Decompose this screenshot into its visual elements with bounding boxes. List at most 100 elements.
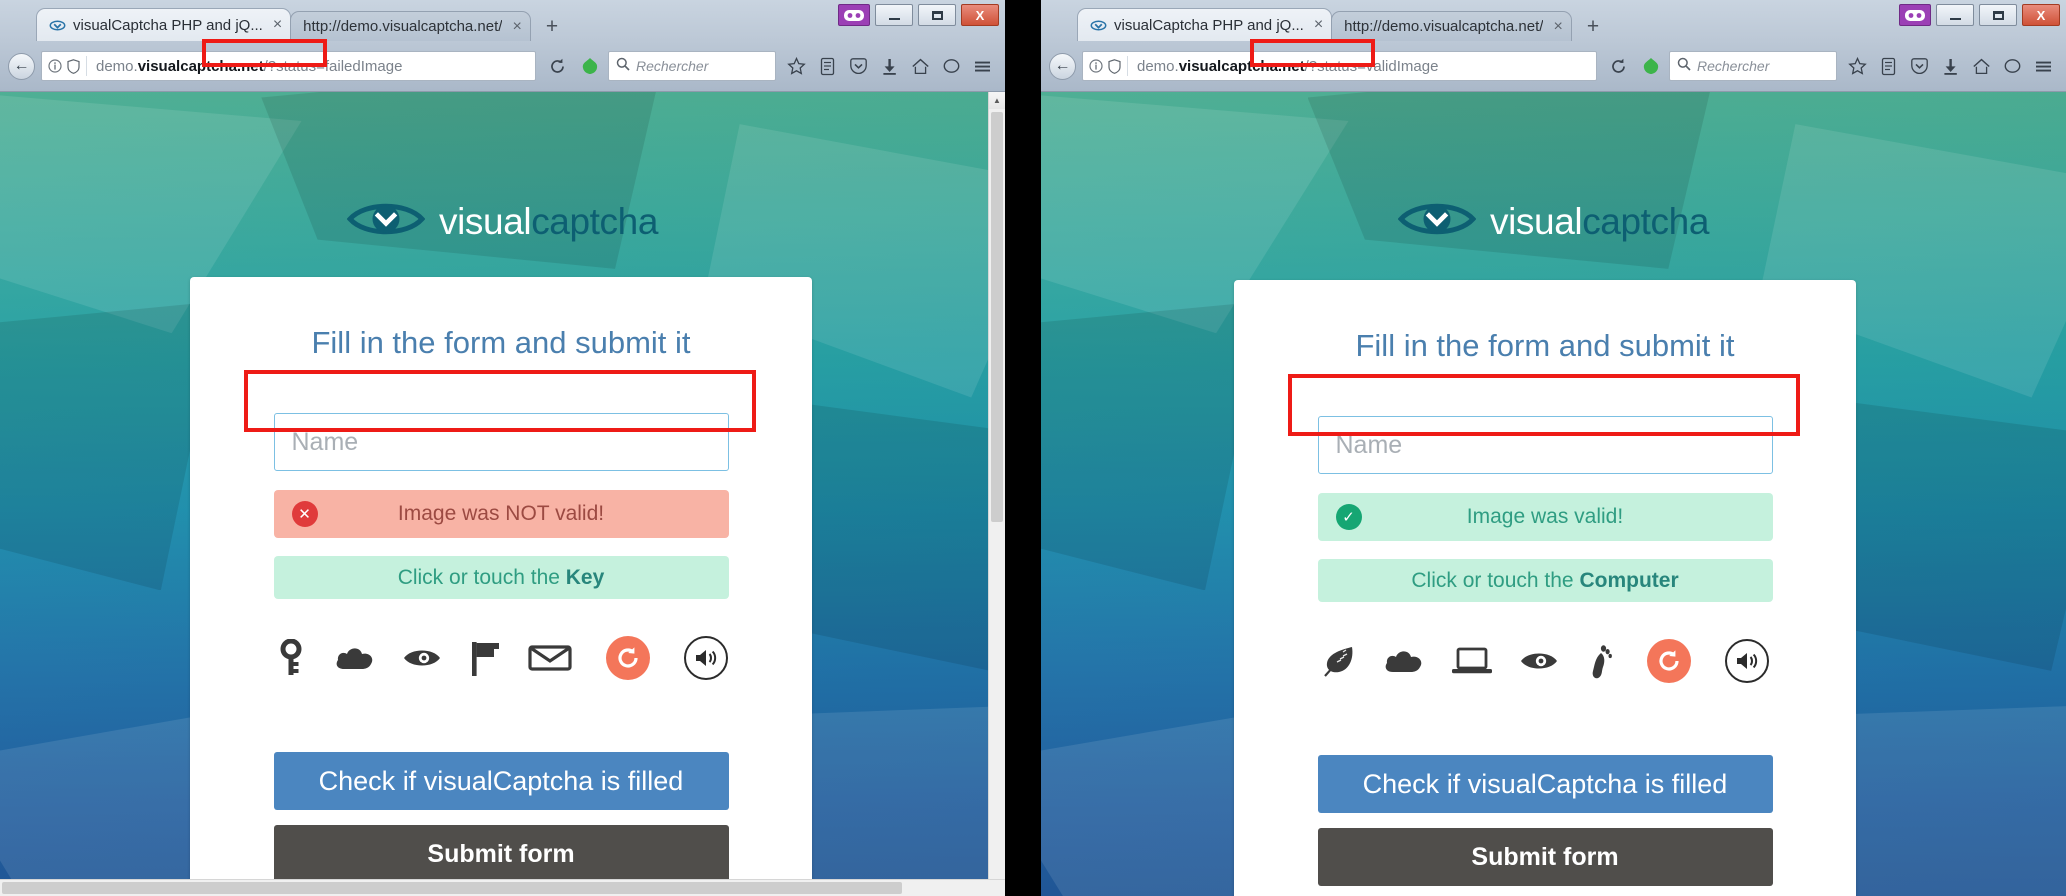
eye-icon[interactable] — [1519, 648, 1559, 674]
minimize-button[interactable] — [875, 4, 913, 26]
site-logo-left: visualcaptcha — [0, 197, 1005, 246]
reader-list-icon[interactable] — [813, 52, 842, 81]
name-input[interactable] — [273, 413, 729, 471]
green-leaf-addon-icon[interactable] — [1639, 57, 1663, 75]
toolbar-icons-left — [782, 52, 997, 81]
toolbar-icons-right — [1843, 52, 2058, 81]
minimize-icon — [1949, 17, 1961, 20]
url-prefix: demo. — [96, 57, 138, 75]
window-controls-left: X — [838, 4, 999, 26]
scroll-up-arrow-icon[interactable]: ▲ — [989, 92, 1005, 109]
home-icon[interactable] — [906, 52, 935, 81]
eye-icon[interactable] — [402, 645, 442, 671]
horizontal-scrollbar-left[interactable] — [0, 879, 1005, 896]
address-bar-right[interactable]: demo.visualcaptcha.net/?status=validImag… — [1082, 51, 1597, 81]
tab-title: visualCaptcha PHP and jQ... — [73, 16, 263, 34]
persona-mask-icon[interactable] — [838, 4, 870, 26]
search-input[interactable]: Rechercher — [1697, 58, 1769, 74]
title-bar-right: visualCaptcha PHP and jQ... × http://dem… — [1041, 0, 2066, 41]
reload-icon[interactable] — [1603, 52, 1633, 80]
envelope-icon[interactable] — [528, 643, 572, 673]
captcha-form-card-right: Fill in the form and submit it ✓ Image w… — [1234, 280, 1856, 896]
tab-demo-url[interactable]: http://demo.visualcaptcha.net/ × — [1331, 11, 1572, 41]
tab-title: http://demo.visualcaptcha.net/ — [1344, 18, 1544, 35]
minimize-button[interactable] — [1936, 4, 1974, 26]
bookmark-star-icon[interactable] — [782, 52, 811, 81]
persona-mask-icon[interactable] — [1899, 4, 1931, 26]
tab-close-icon[interactable]: × — [1553, 18, 1562, 35]
prompt-target: Key — [565, 566, 605, 589]
url-host: visualcaptcha.net — [137, 57, 264, 75]
new-tab-button[interactable]: + — [536, 16, 568, 41]
tab-strip-left: visualCaptcha PHP and jQ... × http://dem… — [36, 0, 568, 41]
home-icon[interactable] — [1967, 52, 1996, 81]
alert-message: Image was NOT valid! — [397, 502, 605, 525]
search-bar-left[interactable]: Rechercher — [608, 51, 776, 81]
scrollbar-thumb[interactable] — [991, 112, 1003, 522]
name-input[interactable] — [1317, 416, 1773, 474]
pocket-icon[interactable] — [844, 52, 873, 81]
submit-form-button[interactable]: Submit form — [1317, 828, 1773, 886]
url-prefix: demo. — [1137, 57, 1179, 75]
cloud-icon[interactable] — [1383, 646, 1425, 676]
visualcaptcha-eye-icon — [1090, 17, 1107, 34]
back-arrow-icon[interactable]: ← — [1049, 52, 1076, 80]
maximize-icon — [1992, 10, 2004, 20]
downloads-icon[interactable] — [875, 52, 904, 81]
close-window-button[interactable]: X — [961, 4, 999, 26]
tab-visualcaptcha-php[interactable]: visualCaptcha PHP and jQ... × — [36, 8, 292, 41]
bookmark-star-icon[interactable] — [1843, 52, 1872, 81]
laptop-icon[interactable] — [1451, 645, 1493, 677]
tab-close-icon[interactable]: × — [512, 18, 521, 35]
address-bar-left[interactable]: demo.visualcaptcha.net/?status=failedIma… — [41, 51, 536, 81]
cloud-icon[interactable] — [334, 643, 376, 673]
pocket-icon[interactable] — [1905, 52, 1934, 81]
search-bar-right[interactable]: Rechercher — [1669, 51, 1837, 81]
search-icon — [1677, 57, 1691, 76]
check-captcha-button[interactable]: Check if visualCaptcha is filled — [273, 752, 729, 810]
tab-visualcaptcha-php[interactable]: visualCaptcha PHP and jQ... × — [1077, 8, 1333, 41]
footprint-icon[interactable] — [1585, 642, 1613, 680]
page-content-right: visualcaptcha Fill in the form and submi… — [1041, 92, 2066, 896]
captcha-option-row-right — [1234, 639, 1856, 683]
visualcaptcha-eye-logo — [346, 197, 426, 246]
site-logo-right: visualcaptcha — [1041, 197, 2066, 246]
leaf-icon[interactable] — [1321, 643, 1357, 679]
maximize-button[interactable] — [918, 4, 956, 26]
wordmark-part-2: captcha — [1582, 200, 1709, 242]
tab-close-icon[interactable]: × — [1314, 17, 1323, 33]
audio-captcha-icon[interactable] — [684, 636, 728, 680]
chat-icon[interactable] — [937, 52, 966, 81]
wordmark-part-1: visual — [1490, 200, 1583, 242]
audio-captcha-icon[interactable] — [1725, 639, 1769, 683]
screenshot-stage: visualCaptcha PHP and jQ... × http://dem… — [0, 0, 2066, 896]
site-wordmark: visualcaptcha — [1490, 201, 1709, 243]
hamburger-menu-icon[interactable] — [968, 52, 997, 81]
submit-form-button[interactable]: Submit form — [273, 825, 729, 883]
search-input[interactable]: Rechercher — [636, 58, 708, 74]
refresh-captcha-icon[interactable] — [606, 636, 650, 680]
back-arrow-icon[interactable]: ← — [8, 52, 35, 80]
green-leaf-addon-icon[interactable] — [578, 57, 602, 75]
tab-title: http://demo.visualcaptcha.net/ — [303, 18, 503, 35]
minimize-icon — [888, 17, 900, 20]
identity-box[interactable] — [1087, 56, 1128, 76]
hamburger-menu-icon[interactable] — [2029, 52, 2058, 81]
key-icon[interactable] — [274, 639, 308, 677]
maximize-button[interactable] — [1979, 4, 2017, 26]
check-captcha-button[interactable]: Check if visualCaptcha is filled — [1317, 755, 1773, 813]
refresh-captcha-icon[interactable] — [1647, 639, 1691, 683]
close-window-button[interactable]: X — [2022, 4, 2060, 26]
tab-close-icon[interactable]: × — [273, 17, 282, 33]
captcha-prompt-left: Click or touch the Key — [273, 556, 729, 599]
reload-icon[interactable] — [542, 52, 572, 80]
identity-box[interactable] — [46, 56, 87, 76]
reader-list-icon[interactable] — [1874, 52, 1903, 81]
chat-icon[interactable] — [1998, 52, 2027, 81]
flag-icon[interactable] — [468, 639, 502, 677]
new-tab-button[interactable]: + — [1577, 16, 1609, 41]
tab-demo-url[interactable]: http://demo.visualcaptcha.net/ × — [290, 11, 531, 41]
downloads-icon[interactable] — [1936, 52, 1965, 81]
scrollbar-thumb[interactable] — [2, 882, 902, 894]
vertical-scrollbar-left[interactable]: ▲ ▼ — [988, 92, 1005, 896]
